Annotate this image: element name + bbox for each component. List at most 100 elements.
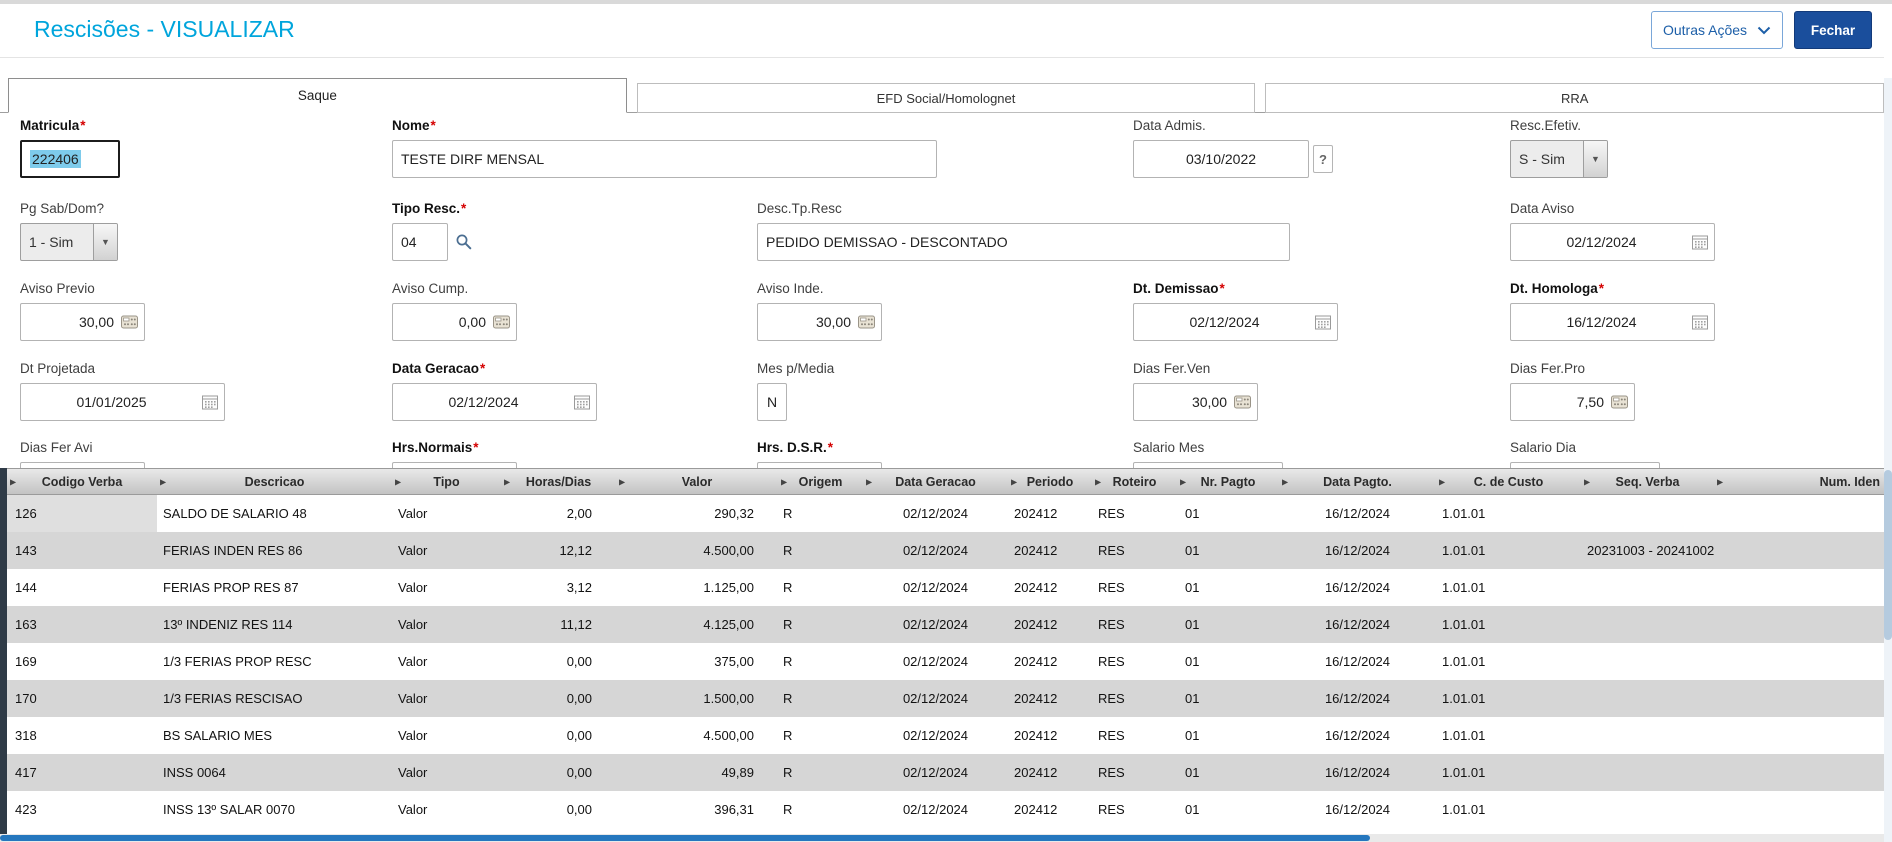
table-row[interactable]: 144 FERIAS PROP RES 87 Valor 3,12 1.125,00 R 0… xyxy=(7,569,1884,606)
table-cell[interactable] xyxy=(1714,495,1884,532)
table-cell[interactable]: 16/12/2024 xyxy=(1279,532,1436,569)
table-cell[interactable]: 1/3 FERIAS PROP RESC xyxy=(157,643,392,680)
dias-fer-ven-input[interactable]: 30,00 xyxy=(1133,383,1258,421)
table-cell[interactable]: RES xyxy=(1092,495,1177,532)
table-cell[interactable]: 16/12/2024 xyxy=(1279,569,1436,606)
column-header-roteiro[interactable]: ▶ Roteiro xyxy=(1092,469,1177,494)
table-cell[interactable]: 16/12/2024 xyxy=(1279,680,1436,717)
table-cell[interactable]: 202412 xyxy=(1008,643,1092,680)
table-cell[interactable]: RES xyxy=(1092,569,1177,606)
table-cell[interactable]: 4.500,00 xyxy=(616,717,778,754)
table-cell[interactable]: 11,12 xyxy=(501,606,616,643)
table-cell[interactable]: 12,12 xyxy=(501,532,616,569)
resc-efetiv-select[interactable]: S - Sim ▼ xyxy=(1510,140,1608,178)
table-cell[interactable]: 02/12/2024 xyxy=(863,569,1008,606)
table-cell[interactable]: 0,00 xyxy=(501,680,616,717)
calendar-button[interactable] xyxy=(1315,315,1331,330)
table-cell[interactable]: 1/3 FERIAS RESCISAO xyxy=(157,680,392,717)
vertical-scrollbar-thumb[interactable] xyxy=(1884,470,1892,640)
table-cell[interactable]: 0,00 xyxy=(501,717,616,754)
table-cell[interactable]: 02/12/2024 xyxy=(863,717,1008,754)
table-cell[interactable]: 16/12/2024 xyxy=(1279,717,1436,754)
column-header-num-iden[interactable]: ▶ Num. Iden xyxy=(1714,469,1884,494)
table-cell[interactable]: 1.01.01 xyxy=(1436,643,1581,680)
table-cell[interactable]: 423 xyxy=(7,791,157,828)
table-cell[interactable]: 01 xyxy=(1177,495,1279,532)
table-cell[interactable]: 20231003 - 20241002 xyxy=(1581,532,1714,569)
calculator-button[interactable] xyxy=(1234,395,1251,409)
table-cell[interactable]: 202412 xyxy=(1008,495,1092,532)
table-cell[interactable]: 1.01.01 xyxy=(1436,680,1581,717)
table-cell[interactable] xyxy=(1714,717,1884,754)
table-cell[interactable]: FERIAS PROP RES 87 xyxy=(157,569,392,606)
calendar-button[interactable] xyxy=(574,395,590,410)
table-cell[interactable]: Valor xyxy=(392,717,501,754)
table-cell[interactable]: 02/12/2024 xyxy=(863,791,1008,828)
calendar-button[interactable] xyxy=(202,395,218,410)
table-cell[interactable]: 4.125,00 xyxy=(616,606,778,643)
table-cell[interactable]: R xyxy=(778,569,863,606)
data-admis-input[interactable]: 03/10/2022 xyxy=(1133,140,1309,178)
table-cell[interactable]: RES xyxy=(1092,643,1177,680)
table-cell[interactable]: 143 xyxy=(7,532,157,569)
table-cell[interactable]: 0,00 xyxy=(501,643,616,680)
table-cell[interactable]: 01 xyxy=(1177,680,1279,717)
table-row[interactable]: 163 13º INDENIZ RES 114 Valor 11,12 4.125,00… xyxy=(7,606,1884,643)
table-cell[interactable] xyxy=(1714,791,1884,828)
table-cell[interactable]: R xyxy=(778,532,863,569)
calendar-button[interactable] xyxy=(1692,315,1708,330)
table-cell[interactable]: 1.125,00 xyxy=(616,569,778,606)
table-cell[interactable] xyxy=(1581,791,1714,828)
table-cell[interactable]: 1.01.01 xyxy=(1436,754,1581,791)
table-cell[interactable]: SALDO DE SALARIO 48 xyxy=(157,495,392,532)
column-header-nr-pagto[interactable]: ▶ Nr. Pagto xyxy=(1177,469,1279,494)
table-cell[interactable]: RES xyxy=(1092,791,1177,828)
table-cell[interactable]: 02/12/2024 xyxy=(863,532,1008,569)
table-cell[interactable]: 01 xyxy=(1177,791,1279,828)
tipo-resc-input[interactable]: 04 xyxy=(392,223,448,261)
table-cell[interactable]: 16/12/2024 xyxy=(1279,643,1436,680)
table-cell[interactable]: 01 xyxy=(1177,643,1279,680)
tab-saque[interactable]: Saque xyxy=(8,78,627,113)
table-cell[interactable]: INSS 13º SALAR 0070 xyxy=(157,791,392,828)
help-button[interactable]: ? xyxy=(1313,145,1333,173)
table-cell[interactable]: Valor xyxy=(392,680,501,717)
table-cell[interactable]: RES xyxy=(1092,754,1177,791)
table-cell[interactable]: 16/12/2024 xyxy=(1279,754,1436,791)
table-row[interactable]: 143 FERIAS INDEN RES 86 Valor 12,12 4.500,00… xyxy=(7,532,1884,569)
table-cell[interactable]: RES xyxy=(1092,532,1177,569)
column-header-descricao[interactable]: ▶ Descricao xyxy=(157,469,392,494)
table-cell[interactable]: Valor xyxy=(392,754,501,791)
table-cell[interactable]: 1.01.01 xyxy=(1436,606,1581,643)
table-cell[interactable]: R xyxy=(778,680,863,717)
column-header-codigo-verba[interactable]: ▶ Codigo Verba xyxy=(7,469,157,494)
table-cell[interactable]: 02/12/2024 xyxy=(863,643,1008,680)
table-cell[interactable]: 144 xyxy=(7,569,157,606)
table-cell[interactable]: 1.500,00 xyxy=(616,680,778,717)
calendar-button[interactable] xyxy=(1692,235,1708,250)
table-cell[interactable] xyxy=(1714,680,1884,717)
table-cell[interactable]: R xyxy=(778,606,863,643)
column-header-seq-verba[interactable]: ▶ Seq. Verba xyxy=(1581,469,1714,494)
calculator-button[interactable] xyxy=(858,315,875,329)
table-cell[interactable]: 290,32 xyxy=(616,495,778,532)
table-cell[interactable] xyxy=(1581,495,1714,532)
table-cell[interactable]: 170 xyxy=(7,680,157,717)
dropdown-button[interactable]: ▼ xyxy=(93,224,117,260)
table-row[interactable]: 318 BS SALARIO MES Valor 0,00 4.500,00 R 02/12… xyxy=(7,717,1884,754)
table-cell[interactable]: 318 xyxy=(7,717,157,754)
table-cell[interactable]: 202412 xyxy=(1008,680,1092,717)
matricula-input[interactable]: 222406 xyxy=(20,140,120,178)
table-cell[interactable]: 02/12/2024 xyxy=(863,754,1008,791)
table-row[interactable]: 170 1/3 FERIAS RESCISAO Valor 0,00 1.500,00 R… xyxy=(7,680,1884,717)
table-cell[interactable]: 126 xyxy=(7,495,157,532)
table-cell[interactable]: 02/12/2024 xyxy=(863,495,1008,532)
aviso-cump-input[interactable]: 0,00 xyxy=(392,303,517,341)
mes-pmedia-input[interactable]: N xyxy=(757,383,787,421)
dt-projetada-input[interactable]: 01/01/2025 xyxy=(20,383,225,421)
table-cell[interactable] xyxy=(1714,754,1884,791)
aviso-inde-input[interactable]: 30,00 xyxy=(757,303,882,341)
table-cell[interactable]: FERIAS INDEN RES 86 xyxy=(157,532,392,569)
table-cell[interactable]: 202412 xyxy=(1008,717,1092,754)
table-cell[interactable]: 202412 xyxy=(1008,569,1092,606)
